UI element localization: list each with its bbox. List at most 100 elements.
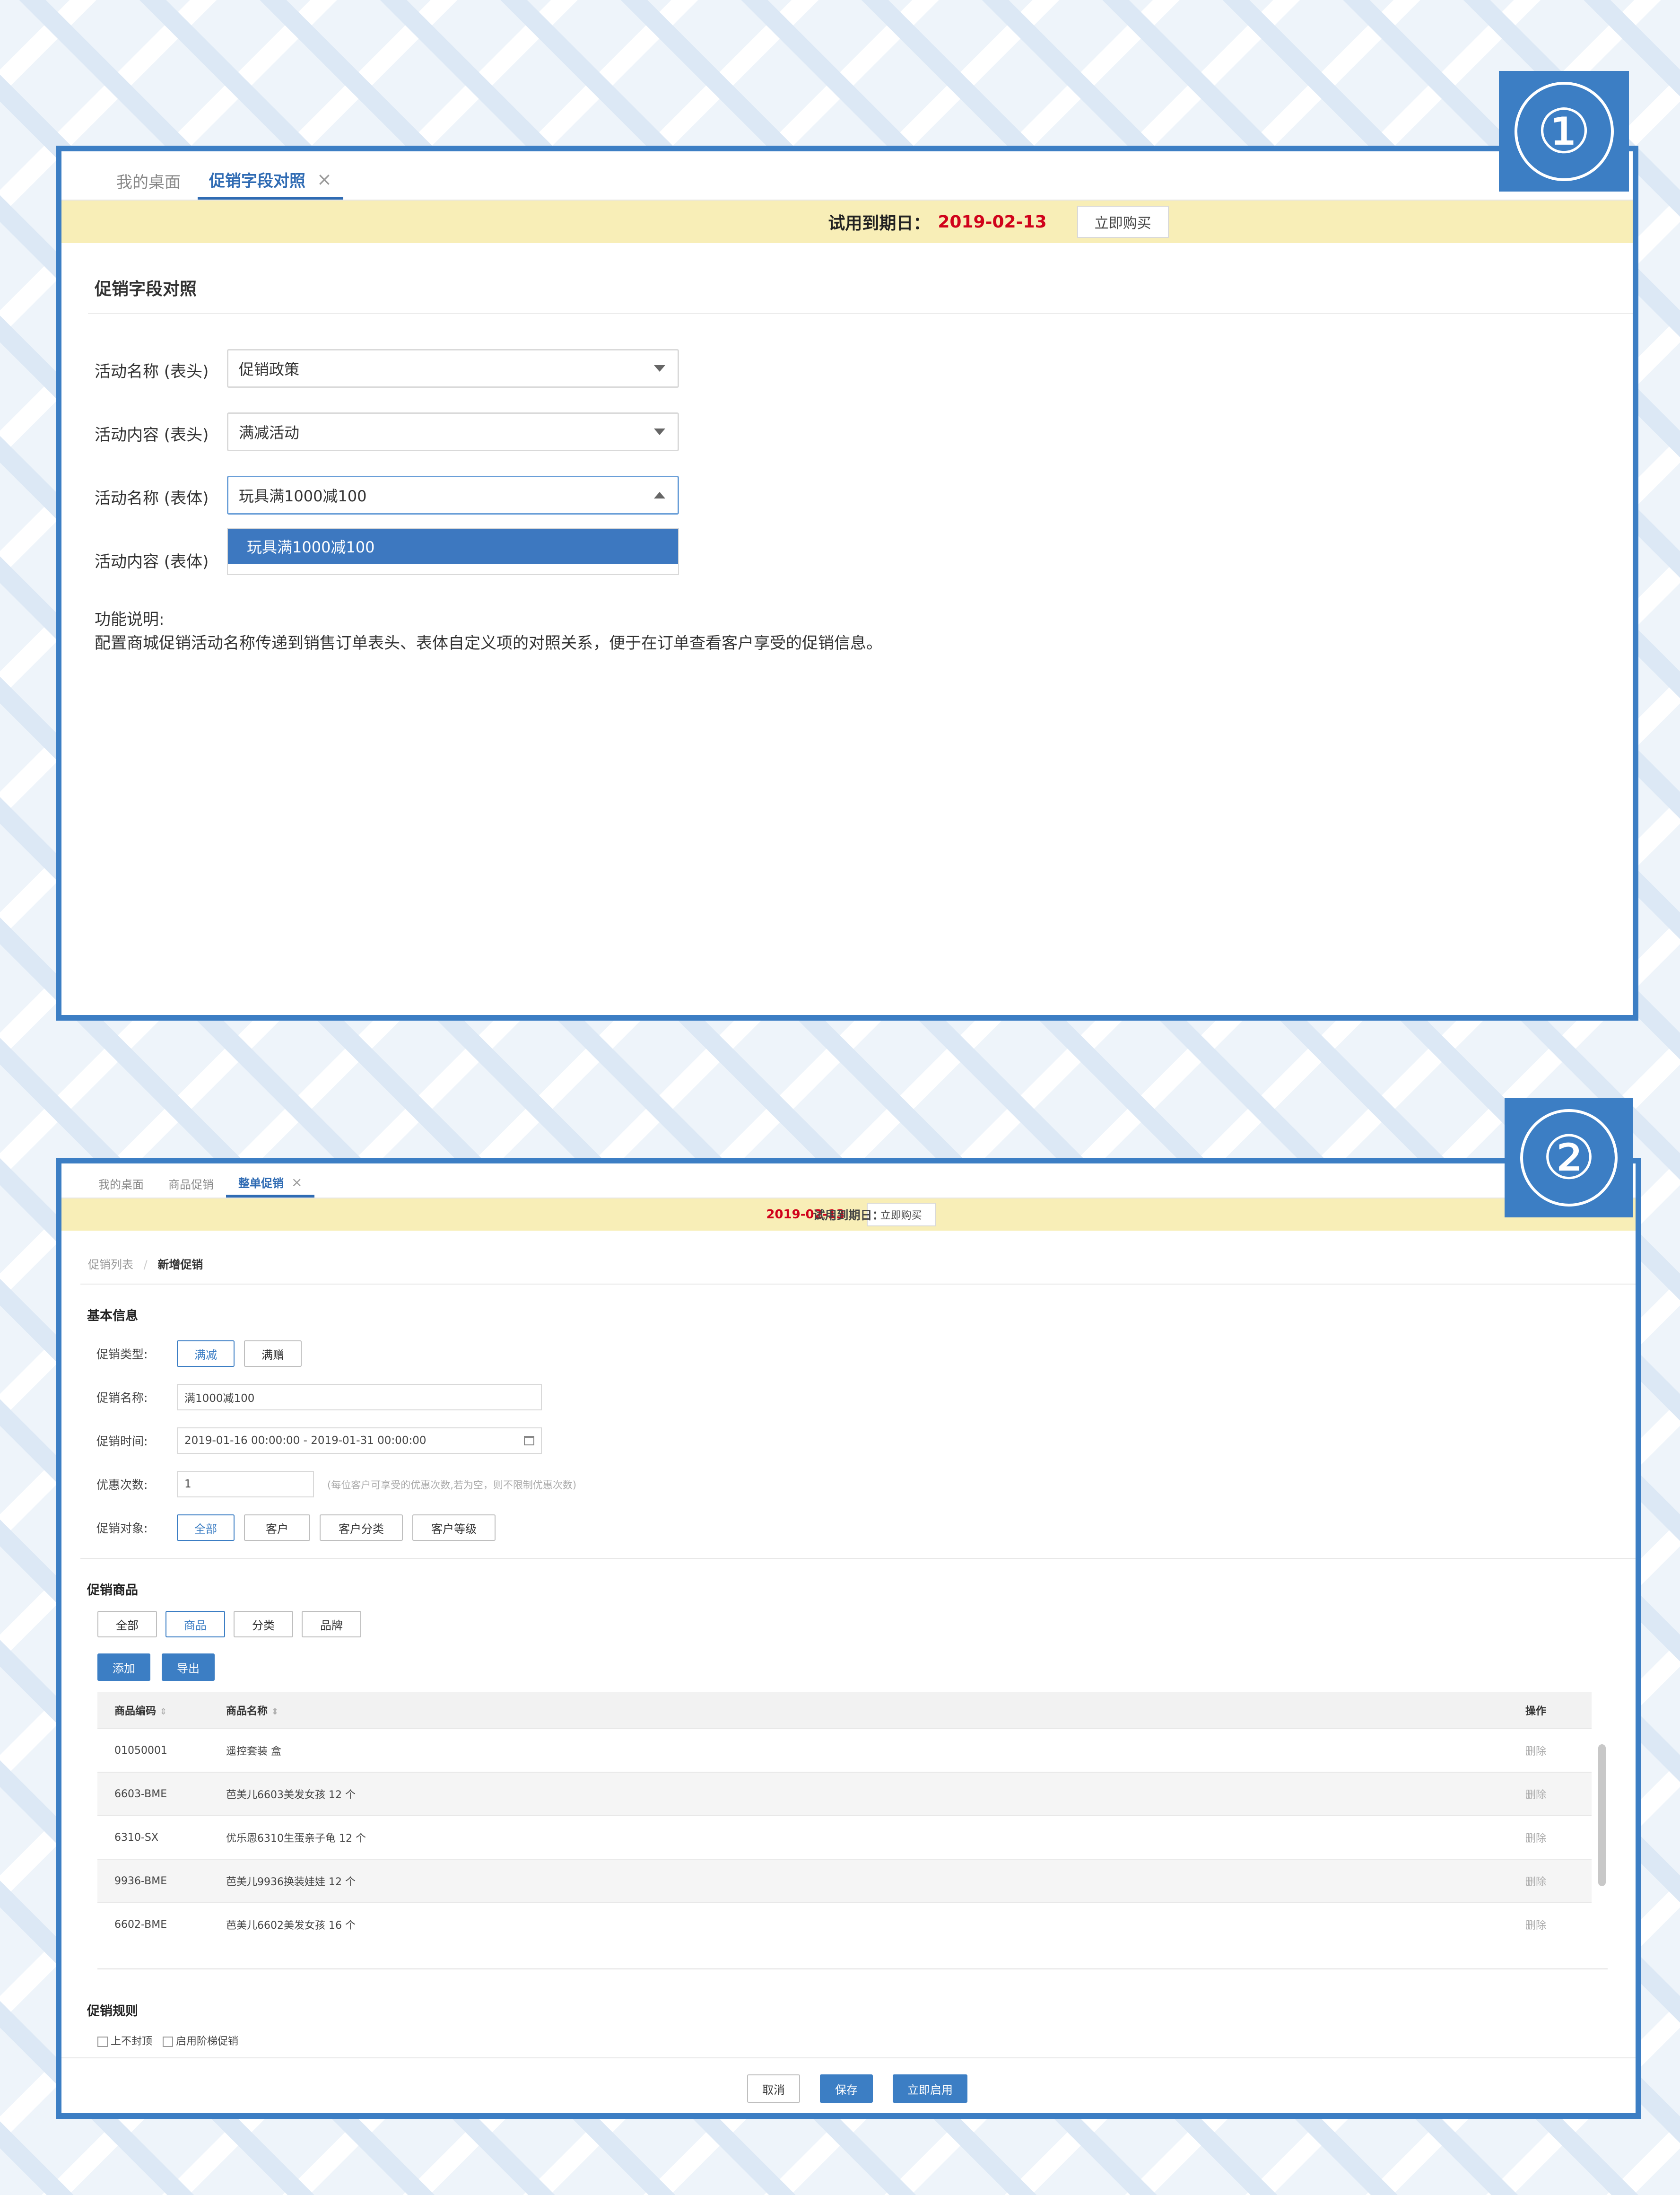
dropdown-option[interactable]: 玩具满1000减100 — [228, 529, 678, 564]
rule-options: 上不封顶 启用阶梯促销 — [97, 2033, 238, 2048]
sort-icon[interactable]: ⇕ — [271, 1707, 279, 1717]
panel-1-frame: 我的桌面 促销字段对照 × 试用到期日： 2019-02-13 立即购买 促销字… — [56, 146, 1638, 1021]
header-name-select[interactable]: 促销政策 — [227, 349, 679, 388]
cell-code: 6602-BME — [97, 1902, 209, 1946]
promo-type-label: 促销类型: — [96, 1347, 148, 1361]
discount-count-label: 优惠次数: — [96, 1478, 148, 1492]
delete-link[interactable]: 删除 — [1508, 1815, 1592, 1859]
select-value: 促销政策 — [239, 360, 300, 378]
goods-filter-category-button[interactable]: 分类 — [234, 1611, 293, 1637]
tab-order-promo[interactable]: 整单促销 × — [226, 1169, 315, 1198]
delete-link[interactable]: 删除 — [1508, 1772, 1592, 1816]
tab-my-desktop[interactable]: 我的桌面 — [86, 1169, 156, 1198]
breadcrumb-parent[interactable]: 促销列表 — [88, 1258, 133, 1271]
footer-divider — [61, 2057, 1636, 2058]
sort-icon[interactable]: ⇕ — [160, 1707, 167, 1717]
save-button[interactable]: 保存 — [820, 2074, 873, 2103]
trial-banner: 试用到期日： 2019-02-13 立即购买 — [61, 1198, 1636, 1231]
step-number: ① — [1514, 81, 1614, 181]
panel-2-frame: 我的桌面 商品促销 整单促销 × 试用到期日： 2019-02-13 立即购买 … — [56, 1158, 1641, 2119]
column-header-name[interactable]: 商品名称 ⇕ — [209, 1692, 1508, 1729]
cell-name: 芭美儿9936换装娃娃 12 个 — [209, 1859, 1508, 1903]
promo-rules-title: 促销规则 — [87, 2004, 138, 2019]
discount-count-input[interactable]: 1 — [177, 1471, 314, 1497]
calendar-icon[interactable] — [524, 1436, 534, 1445]
table-row: 9936-BME 芭美儿9936换装娃娃 12 个 删除 — [97, 1859, 1592, 1903]
cell-name: 遥控套装 盒 — [209, 1728, 1508, 1772]
page-title: 促销字段对照 — [95, 280, 197, 299]
delete-link[interactable]: 删除 — [1508, 1902, 1592, 1946]
goods-filter-brand-button[interactable]: 品牌 — [302, 1611, 361, 1637]
target-customer-button[interactable]: 客户 — [244, 1514, 310, 1541]
type-full-reduction-button[interactable]: 满减 — [177, 1340, 235, 1367]
help-title: 功能说明: — [95, 610, 165, 629]
promo-name-input[interactable]: 满1000减100 — [177, 1384, 542, 1410]
checkbox-icon[interactable] — [163, 2037, 174, 2047]
step-badge-1: ① — [1499, 71, 1629, 192]
header-content-select[interactable]: 满减活动 — [227, 412, 679, 451]
rule-no-cap-checkbox[interactable]: 上不封顶 — [97, 2033, 152, 2048]
step-badge-2: ② — [1505, 1098, 1633, 1217]
checkbox-icon[interactable] — [97, 2037, 108, 2047]
tab-label: 促销字段对照 — [209, 171, 305, 191]
goods-table-wrapper: 商品编码 ⇕ 商品名称 ⇕ 操作 01050001 遥控套装 盒 删除 6603-B… — [97, 1692, 1608, 1969]
trial-banner: 试用到期日： 2019-02-13 立即购买 — [61, 201, 1633, 243]
goods-filter-all-button[interactable]: 全部 — [97, 1611, 157, 1637]
cell-code: 01050001 — [97, 1728, 209, 1772]
body-name-select[interactable]: 玩具满1000减100 — [227, 476, 679, 515]
table-row: 6310-SX 优乐恩6310生蛋亲子龟 12 个 删除 — [97, 1815, 1592, 1859]
promo-goods-title: 促销商品 — [87, 1583, 138, 1598]
cell-code: 9936-BME — [97, 1859, 209, 1903]
breadcrumb-current: 新增促销 — [157, 1258, 203, 1271]
goods-filter-product-button[interactable]: 商品 — [165, 1611, 225, 1637]
promo-time-label: 促销时间: — [96, 1434, 148, 1448]
add-button[interactable]: 添加 — [97, 1653, 150, 1681]
promo-time-input[interactable]: 2019-01-16 00:00:00 - 2019-01-31 00:00:0… — [177, 1427, 542, 1454]
help-text: 配置商城促销活动名称传递到销售订单表头、表体自定义项的对照关系，便于在订单查看客… — [95, 634, 882, 653]
table-row: 6603-BME 芭美儿6603美发女孩 12 个 删除 — [97, 1772, 1592, 1816]
trial-date: 2019-02-13 — [938, 212, 1047, 232]
tab-product-promo[interactable]: 商品促销 — [156, 1169, 226, 1198]
chevron-down-icon — [654, 365, 665, 372]
buy-now-button[interactable]: 立即购买 — [1077, 206, 1169, 238]
rule-tiered-checkbox[interactable]: 启用阶梯促销 — [163, 2033, 238, 2048]
checkbox-label: 上不封顶 — [111, 2036, 153, 2047]
close-icon[interactable]: × — [291, 1174, 302, 1190]
table-row: 01050001 遥控套装 盒 删除 — [97, 1728, 1592, 1772]
field-label-header-name: 活动名称 (表头) — [95, 362, 209, 381]
column-header-code[interactable]: 商品编码 ⇕ — [97, 1692, 209, 1729]
table-header-row: 商品编码 ⇕ 商品名称 ⇕ 操作 — [97, 1692, 1592, 1729]
target-all-button[interactable]: 全部 — [177, 1514, 235, 1541]
table-scrollbar[interactable] — [1598, 1744, 1606, 1886]
promo-name-label: 促销名称: — [96, 1391, 148, 1405]
tab-promo-field-mapping[interactable]: 促销字段对照 × — [198, 162, 343, 200]
target-customer-level-button[interactable]: 客户等级 — [412, 1514, 496, 1541]
title-divider — [88, 313, 1633, 314]
basic-info-divider — [80, 1558, 1636, 1559]
tab-bar: 我的桌面 促销字段对照 × — [61, 151, 1633, 201]
type-full-gift-button[interactable]: 满赠 — [244, 1340, 302, 1367]
delete-link[interactable]: 删除 — [1508, 1859, 1592, 1903]
chevron-up-icon — [654, 492, 665, 498]
dropdown-menu: 玩具满1000减100 — [227, 528, 679, 575]
chevron-down-icon — [654, 429, 665, 435]
trial-label: 试用到期日： — [813, 1208, 884, 1222]
checkbox-label: 启用阶梯促销 — [176, 2036, 239, 2047]
field-label-body-name: 活动名称 (表体) — [95, 489, 209, 508]
enable-now-button[interactable]: 立即启用 — [893, 2074, 967, 2103]
column-header-op: 操作 — [1508, 1692, 1592, 1729]
cancel-button[interactable]: 取消 — [747, 2074, 800, 2103]
delete-link[interactable]: 删除 — [1508, 1728, 1592, 1772]
tab-my-desktop[interactable]: 我的桌面 — [99, 162, 198, 200]
promo-time-value: 2019-01-16 00:00:00 - 2019-01-31 00:00:0… — [184, 1434, 427, 1447]
target-customer-category-button[interactable]: 客户分类 — [320, 1514, 403, 1541]
tab-bar: 我的桌面 商品促销 整单促销 × — [61, 1163, 1636, 1198]
breadcrumb: 促销列表 / 新增促销 — [88, 1255, 203, 1272]
close-icon[interactable]: × — [317, 169, 332, 190]
cell-name: 芭美儿6602美发女孩 16 个 — [209, 1902, 1508, 1946]
select-value: 玩具满1000减100 — [239, 487, 367, 505]
cell-name: 芭美儿6603美发女孩 12 个 — [209, 1772, 1508, 1816]
cell-code: 6603-BME — [97, 1772, 209, 1816]
cell-code: 6310-SX — [97, 1815, 209, 1859]
export-button[interactable]: 导出 — [162, 1653, 215, 1681]
